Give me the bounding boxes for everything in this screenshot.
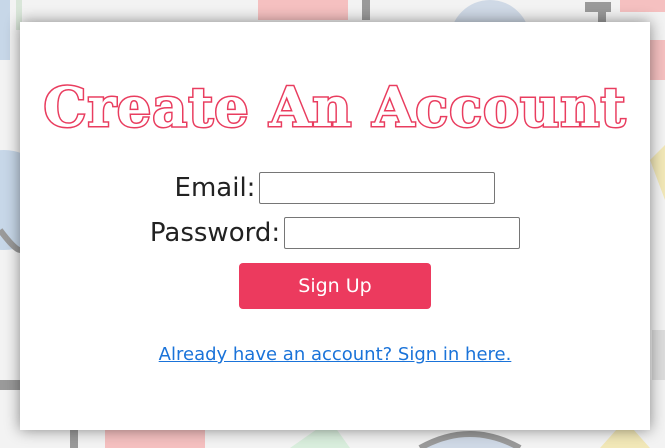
password-input[interactable] [284, 217, 521, 249]
password-row: Password: [20, 215, 650, 251]
email-row: Email: [20, 170, 650, 206]
password-label: Password: [149, 218, 281, 248]
email-label: Email: [174, 173, 256, 203]
page-title: Create An Account [42, 75, 627, 139]
signin-link-container: Already have an account? Sign in here. [20, 344, 650, 365]
signup-card: Create An Account Email: Password: Sign … [20, 22, 650, 430]
email-input[interactable] [259, 172, 496, 204]
sign-up-button[interactable]: Sign Up [239, 263, 431, 309]
signin-link[interactable]: Already have an account? Sign in here. [159, 344, 512, 365]
